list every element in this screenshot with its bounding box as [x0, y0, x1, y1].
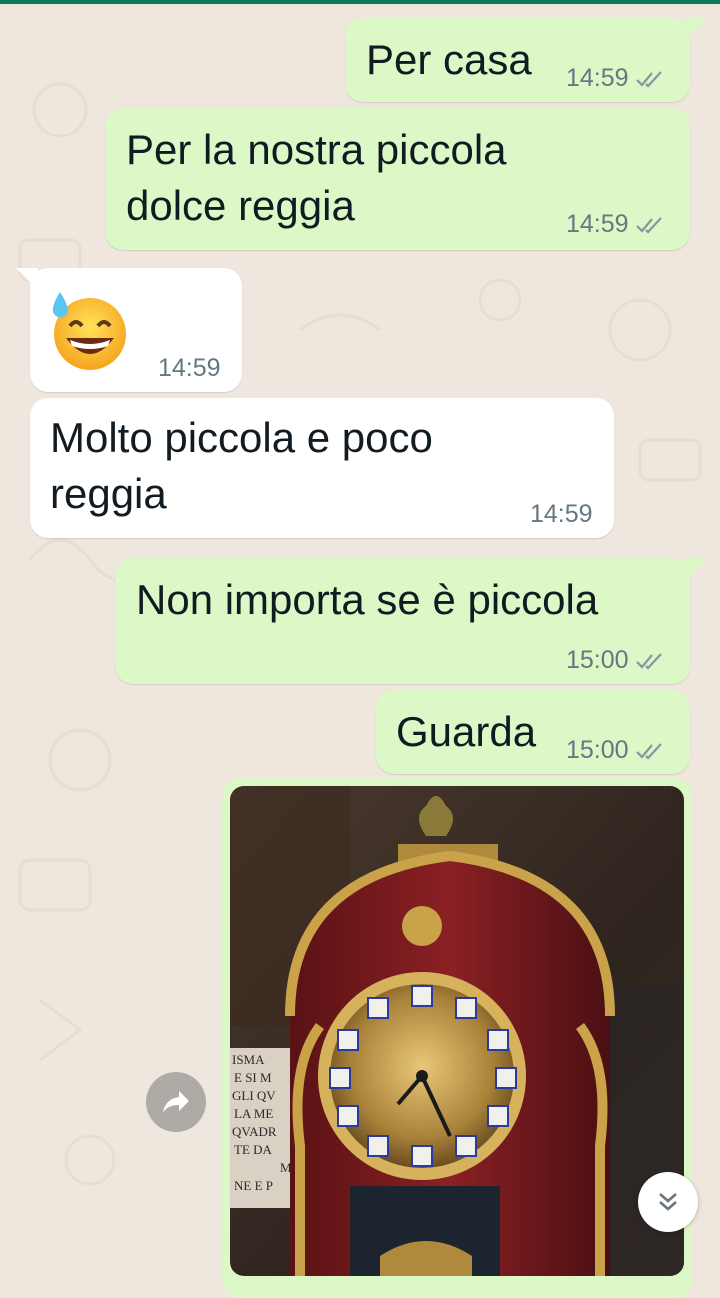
- message-meta: 14:59: [530, 500, 593, 529]
- message-time: 15:00: [566, 736, 629, 764]
- double-check-icon: [635, 216, 662, 234]
- message-text: Guarda: [396, 708, 537, 755]
- message-text: Molto piccola e poco reggia: [50, 414, 433, 517]
- message-text: Non importa se è piccola: [136, 576, 599, 623]
- message-meta: 14:59: [566, 64, 665, 93]
- message-time: 14:59: [566, 64, 629, 92]
- message-time: 14:59: [158, 354, 221, 382]
- svg-text:ISMA: ISMA: [232, 1052, 265, 1067]
- forward-button[interactable]: [146, 1072, 206, 1132]
- double-check-icon: [635, 742, 662, 760]
- forward-arrow-icon: [163, 1091, 189, 1113]
- message-text: Per casa: [366, 36, 532, 83]
- svg-text:QVADR: QVADR: [232, 1124, 277, 1139]
- clock-photo[interactable]: ISMA E SI M GLI QV LA ME QVADR TE DA M NE E …: [230, 786, 684, 1276]
- message-meta: 15:00: [566, 736, 665, 765]
- double-check-icon: [635, 652, 662, 670]
- message-meta: 14:59: [566, 210, 665, 239]
- scroll-to-bottom-button[interactable]: [638, 1172, 698, 1232]
- message-time: 14:59: [530, 500, 593, 528]
- message-meta: 14:59: [158, 354, 221, 383]
- bubble-tail: [686, 18, 708, 40]
- message-time: 14:59: [566, 210, 629, 238]
- svg-text:GLI QV: GLI QV: [232, 1088, 276, 1103]
- message-text: Per la nostra piccola dolce reggia: [126, 126, 507, 229]
- bubble-tail: [686, 558, 708, 580]
- message-meta: 15:00: [566, 646, 665, 675]
- double-check-icon: [635, 70, 662, 88]
- bubble-tail: [16, 268, 38, 290]
- svg-text:E SI M: E SI M: [234, 1070, 272, 1085]
- grinning-sweat-emoji: [52, 292, 126, 370]
- double-chevron-down-icon: [659, 1193, 677, 1211]
- svg-text:NE E P: NE E P: [234, 1178, 273, 1193]
- message-time: 15:00: [566, 646, 629, 674]
- svg-text:LA ME: LA ME: [234, 1106, 273, 1121]
- svg-text:TE DA: TE DA: [234, 1142, 273, 1157]
